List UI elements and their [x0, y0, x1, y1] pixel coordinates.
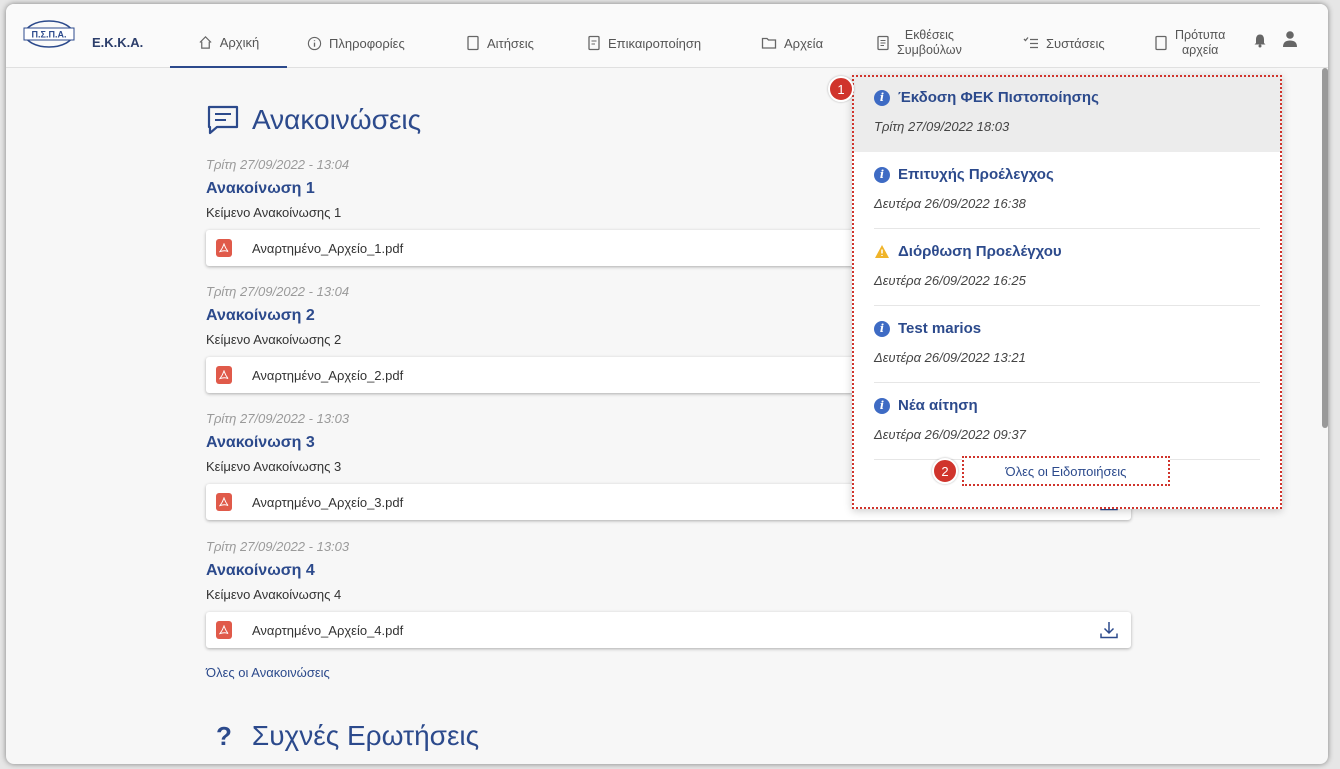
nav-templates-label-line2: αρχεία [1181, 43, 1219, 57]
notification-title-row: Διόρθωση Προελέγχου [874, 243, 1062, 260]
nav-files[interactable]: Αρχεία [761, 18, 823, 68]
pdf-icon [216, 366, 232, 384]
notification-item[interactable]: Διόρθωση Προελέγχου Δευτέρα 26/09/2022 1… [852, 229, 1282, 306]
nav-templates-label: Πρότυπα αρχεία [1175, 28, 1225, 58]
pdf-icon [216, 621, 232, 639]
all-notifications-button[interactable]: Όλες οι Ειδοποιήσεις [962, 456, 1170, 486]
faq-header: ? Συχνές Ερωτήσεις [216, 720, 479, 752]
info-icon [307, 36, 322, 50]
bell-icon [1254, 34, 1266, 48]
notification-content: i Νέα αίτηση Δευτέρα 26/09/2022 09:37 [874, 383, 1260, 460]
notification-date: Δευτέρα 26/09/2022 09:37 [874, 427, 1026, 442]
nav-reports-label-line1: Εκθέσεις [904, 28, 954, 42]
attachment-filename: Αναρτημένο_Αρχείο_1.pdf [252, 240, 404, 256]
notification-item[interactable]: i Επιτυχής Προέλεγχος Δευτέρα 26/09/2022… [852, 152, 1282, 229]
notification-item[interactable]: i Test marios Δευτέρα 26/09/2022 13:21 [852, 306, 1282, 383]
pdf-icon [216, 493, 232, 511]
nav-recommendations-label: Συστάσεις [1046, 35, 1105, 51]
faq-title: Συχνές Ερωτήσεις [251, 720, 480, 751]
attachment-filename: Αναρτημένο_Αρχείο_2.pdf [252, 367, 404, 383]
all-announcements-link[interactable]: Όλες οι Ανακοινώσεις [206, 665, 330, 680]
notification-date: Δευτέρα 26/09/2022 16:38 [874, 196, 1026, 211]
chat-message-icon [207, 105, 239, 135]
info-icon: i [874, 89, 890, 106]
announcement-date: Τρίτη 27/09/2022 - 13:03 [206, 539, 350, 554]
brand-name[interactable]: Ε.Κ.Κ.Α. [92, 35, 143, 50]
announcements-title: Ανακοινώσεις [252, 104, 422, 135]
notification-date: Τρίτη 27/09/2022 18:03 [874, 119, 1010, 134]
notification-title-row: i Επιτυχής Προέλεγχος [874, 166, 1054, 183]
callout-badge-2: 2 [932, 458, 958, 484]
nav-reports-label: Εκθέσεις Συμβούλων [897, 28, 962, 58]
announcement-title[interactable]: Ανακοίνωση 4 [206, 562, 1131, 580]
notifications-panel: i Έκδοση ΦΕΚ Πιστοποίησης Τρίτη 27/09/20… [852, 75, 1282, 509]
nav-home[interactable]: Αρχική [170, 18, 287, 68]
folder-icon [761, 37, 777, 49]
notification-date: Δευτέρα 26/09/2022 13:21 [874, 350, 1026, 365]
app-logo[interactable]: Π.Σ.Π.Α. [20, 18, 78, 50]
notification-title: Νέα αίτηση [898, 397, 978, 414]
nav-reports-label-line2: Συμβούλων [897, 43, 962, 57]
document-icon [467, 35, 479, 51]
checklist-icon [1023, 37, 1038, 49]
notification-title-row: i Έκδοση ΦΕΚ Πιστοποίησης [874, 89, 1099, 106]
warning-icon [875, 245, 889, 258]
notification-title-row: i Νέα αίτηση [874, 397, 978, 414]
nav-templates-label-line1: Πρότυπα [1175, 28, 1226, 42]
question-mark-icon: ? [216, 720, 232, 751]
nav-home-label: Αρχική [219, 34, 260, 50]
attachment-filename: Αναρτημένο_Αρχείο_3.pdf [252, 494, 404, 510]
nav-applications[interactable]: Αιτήσεις [466, 18, 534, 68]
notification-content: i Έκδοση ΦΕΚ Πιστοποίησης Τρίτη 27/09/20… [874, 75, 1260, 152]
nav-recommendations[interactable]: Συστάσεις [1023, 18, 1105, 68]
nav-update-label: Επικαιροποίηση [608, 35, 702, 51]
nav-info[interactable]: Πληροφορίες [307, 18, 405, 68]
attachment-filename: Αναρτημένο_Αρχείο_4.pdf [252, 622, 404, 638]
logo-text: Π.Σ.Π.Α. [32, 30, 67, 40]
user-icon [1283, 31, 1297, 47]
announcement-text: Κείμενο Ανακοίνωσης 4 [206, 587, 342, 602]
info-icon: i [874, 320, 890, 337]
callout-badge-1: 1 [828, 76, 854, 102]
nav-applications-label: Αιτήσεις [487, 35, 534, 51]
notification-item[interactable]: i Νέα αίτηση Δευτέρα 26/09/2022 09:37 [852, 383, 1282, 460]
user-menu-button[interactable] [1282, 30, 1298, 53]
notification-title: Επιτυχής Προέλεγχος [898, 166, 1054, 183]
notification-title: Έκδοση ΦΕΚ Πιστοποίησης [898, 89, 1099, 106]
scrollbar-thumb[interactable] [1322, 68, 1328, 428]
notification-content: Διόρθωση Προελέγχου Δευτέρα 26/09/2022 1… [874, 229, 1260, 306]
notification-title: Διόρθωση Προελέγχου [898, 243, 1062, 260]
nav-templates[interactable]: Πρότυπα αρχεία [1154, 18, 1225, 68]
nav-files-label: Αρχεία [784, 35, 824, 51]
notification-content: i Επιτυχής Προέλεγχος Δευτέρα 26/09/2022… [874, 152, 1260, 229]
download-icon[interactable] [1099, 620, 1119, 640]
notification-title-row: i Test marios [874, 320, 981, 337]
attachment-row[interactable]: Αναρτημένο_Αρχείο_4.pdf [206, 612, 1131, 648]
notifications-button[interactable] [1253, 33, 1267, 53]
announcement-item: Τρίτη 27/09/2022 - 13:03 Ανακοίνωση 4 Κε… [206, 539, 1131, 648]
pdf-icon [216, 239, 232, 257]
file-icon [1155, 35, 1167, 51]
home-icon [199, 35, 212, 49]
notification-item[interactable]: i Έκδοση ΦΕΚ Πιστοποίησης Τρίτη 27/09/20… [852, 75, 1282, 152]
info-icon: i [874, 397, 890, 414]
app-window: Π.Σ.Π.Α. Ε.Κ.Κ.Α. Αρχική Πληροφορίες Αιτ… [6, 4, 1328, 764]
notification-content: i Test marios Δευτέρα 26/09/2022 13:21 [874, 306, 1260, 383]
nav-update[interactable]: Επικαιροποίηση [587, 18, 701, 68]
nav-info-label: Πληροφορίες [329, 35, 405, 51]
edit-document-icon [588, 35, 600, 51]
info-icon: i [874, 166, 890, 183]
announcements-header: Ανακοινώσεις [206, 104, 421, 136]
top-navbar: Π.Σ.Π.Α. Ε.Κ.Κ.Α. Αρχική Πληροφορίες Αιτ… [6, 4, 1328, 68]
notification-title: Test marios [898, 320, 982, 337]
nav-reports[interactable]: Εκθέσεις Συμβούλων [876, 18, 962, 68]
notification-date: Δευτέρα 26/09/2022 16:25 [874, 273, 1026, 288]
report-icon [877, 35, 889, 51]
